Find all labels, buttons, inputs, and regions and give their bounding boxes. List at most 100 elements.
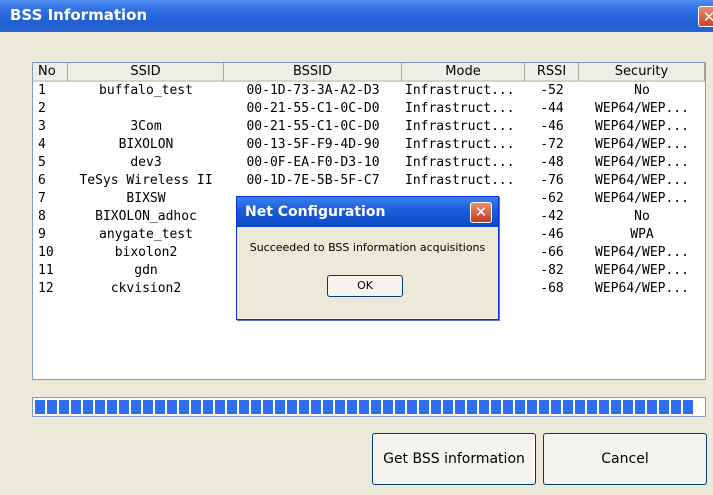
- progress-segment: [575, 400, 585, 414]
- progress-segment: [491, 400, 501, 414]
- progress-segment: [551, 400, 561, 414]
- cell-bssid: 00-21-55-C1-0C-D0: [246, 119, 380, 134]
- dialog-title: Net Configuration: [245, 204, 386, 220]
- cell-rssi: -82: [540, 263, 564, 278]
- cell-security: WEP64/WEP...: [595, 155, 689, 170]
- progress-segment: [407, 400, 417, 414]
- cell-no: 9: [38, 227, 46, 242]
- progress-segment: [59, 400, 69, 414]
- table-row[interactable]: 1 buffalo_test 00-1D-73-3A-A2-D3 Infrast…: [33, 82, 705, 100]
- cell-no: 8: [38, 209, 46, 224]
- col-mode[interactable]: Mode: [402, 63, 525, 82]
- progress-segment: [395, 400, 405, 414]
- progress-segment: [479, 400, 489, 414]
- progress-segment: [563, 400, 573, 414]
- ok-button[interactable]: OK: [327, 275, 403, 297]
- table-row[interactable]: 2 00-21-55-C1-0C-D0 Infrastruct... -44 W…: [33, 100, 705, 118]
- cell-ssid: gdn: [134, 263, 158, 278]
- close-icon[interactable]: ✕: [470, 202, 492, 223]
- col-security[interactable]: Security: [579, 63, 705, 82]
- progress-segment: [35, 400, 45, 414]
- progress-segment: [359, 400, 369, 414]
- net-configuration-dialog: Net Configuration ✕ Succeeded to BSS inf…: [236, 196, 499, 320]
- cell-bssid: 00-21-55-C1-0C-D0: [246, 101, 380, 116]
- cell-ssid: BIXSW: [126, 191, 166, 206]
- cell-ssid: BIXOLON_adhoc: [95, 209, 197, 224]
- cell-security: No: [634, 209, 650, 224]
- progress-segment: [263, 400, 273, 414]
- cell-security: WEP64/WEP...: [595, 263, 689, 278]
- cell-no: 6: [38, 173, 46, 188]
- cell-no: 12: [38, 281, 54, 296]
- cell-rssi: -52: [540, 83, 564, 98]
- dialog-message: Succeeded to BSS information acquisition…: [249, 241, 486, 254]
- cell-rssi: -44: [540, 101, 564, 116]
- progress-bar: [32, 397, 706, 417]
- progress-segment: [155, 400, 165, 414]
- cell-security: WEP64/WEP...: [595, 281, 689, 296]
- cell-mode: Infrastruct...: [405, 119, 515, 134]
- progress-segment: [95, 400, 105, 414]
- cell-no: 1: [38, 83, 46, 98]
- progress-segment: [383, 400, 393, 414]
- cell-rssi: -66: [540, 245, 564, 260]
- progress-segment: [539, 400, 549, 414]
- dialog-titlebar: Net Configuration ✕: [237, 197, 498, 227]
- cell-mode: Infrastruct...: [405, 173, 515, 188]
- cell-ssid: ckvision2: [110, 281, 182, 296]
- close-icon[interactable]: ✕: [698, 6, 713, 27]
- cell-security: WEP64/WEP...: [595, 137, 689, 152]
- list-header: No SSID BSSID Mode RSSI Security: [33, 63, 705, 82]
- table-row[interactable]: 6 TeSys Wireless II 00-1D-7E-5B-5F-C7 In…: [33, 172, 705, 190]
- cell-ssid: [68, 100, 224, 118]
- cancel-button[interactable]: Cancel: [543, 433, 707, 485]
- table-row[interactable]: 5 dev3 00-0F-EA-F0-D3-10 Infrastruct... …: [33, 154, 705, 172]
- cell-rssi: -76: [540, 173, 564, 188]
- col-ssid[interactable]: SSID: [68, 63, 224, 82]
- progress-segment: [419, 400, 429, 414]
- cell-no: 2: [38, 101, 46, 116]
- progress-segment: [323, 400, 333, 414]
- window-titlebar: BSS Information ✕: [0, 0, 713, 32]
- progress-segment: [71, 400, 81, 414]
- cell-security: No: [634, 83, 650, 98]
- cell-ssid: buffalo_test: [99, 83, 193, 98]
- col-no[interactable]: No: [33, 63, 68, 82]
- cell-no: 10: [38, 245, 54, 260]
- cell-rssi: -72: [540, 137, 564, 152]
- progress-segment: [635, 400, 645, 414]
- table-row[interactable]: 4 BIXOLON 00-13-5F-F9-4D-90 Infrastruct.…: [33, 136, 705, 154]
- progress-segment: [275, 400, 285, 414]
- progress-segment: [455, 400, 465, 414]
- progress-segment: [503, 400, 513, 414]
- progress-segment: [119, 400, 129, 414]
- progress-segment: [287, 400, 297, 414]
- col-bssid[interactable]: BSSID: [224, 63, 402, 82]
- cell-bssid: 00-1D-7E-5B-5F-C7: [246, 173, 380, 188]
- progress-segment: [671, 400, 681, 414]
- cell-ssid: BIXOLON: [118, 137, 174, 152]
- progress-segment: [347, 400, 357, 414]
- progress-segment: [467, 400, 477, 414]
- progress-segment: [215, 400, 225, 414]
- progress-segment: [47, 400, 57, 414]
- progress-segment: [611, 400, 621, 414]
- cell-bssid: 00-13-5F-F9-4D-90: [246, 137, 380, 152]
- cell-mode: Infrastruct...: [405, 137, 515, 152]
- cell-bssid: 00-0F-EA-F0-D3-10: [246, 155, 380, 170]
- cell-rssi: -68: [540, 281, 564, 296]
- cell-mode: Infrastruct...: [405, 83, 515, 98]
- cell-mode: Infrastruct...: [405, 101, 515, 116]
- progress-segment: [227, 400, 237, 414]
- table-row[interactable]: 3 3Com 00-21-55-C1-0C-D0 Infrastruct... …: [33, 118, 705, 136]
- progress-segment: [143, 400, 153, 414]
- get-bss-information-button[interactable]: Get BSS information: [372, 433, 536, 485]
- cell-mode: Infrastruct...: [405, 155, 515, 170]
- progress-segment: [83, 400, 93, 414]
- window-title: BSS Information: [10, 6, 148, 24]
- cell-no: 5: [38, 155, 46, 170]
- col-rssi[interactable]: RSSI: [525, 63, 579, 82]
- progress-segment: [179, 400, 189, 414]
- cell-security: WEP64/WEP...: [595, 119, 689, 134]
- cell-rssi: -46: [540, 227, 564, 242]
